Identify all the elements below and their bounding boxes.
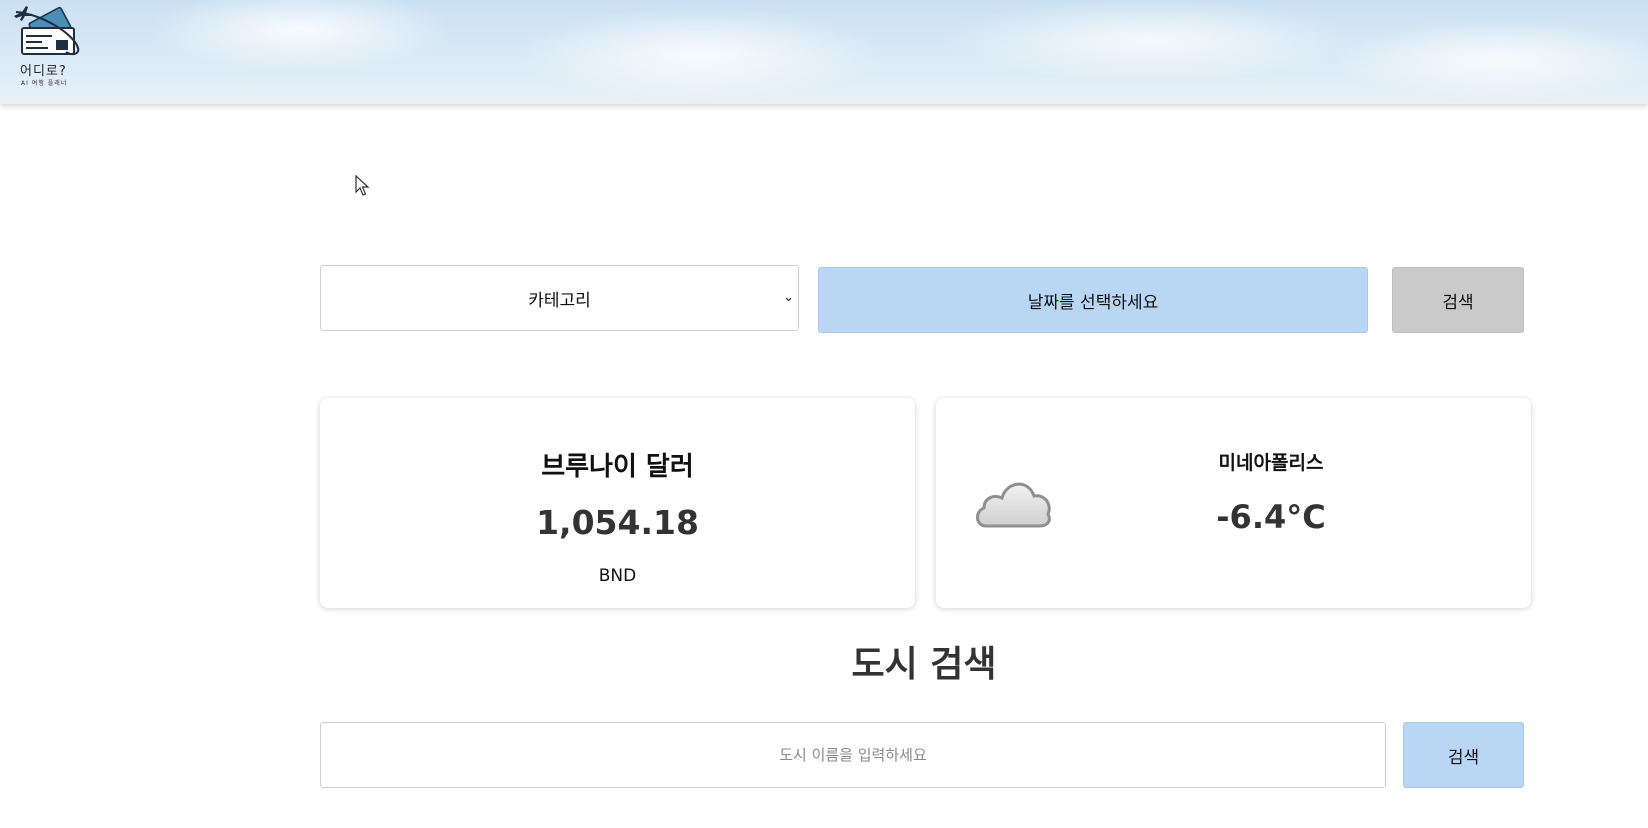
city-search-title: 도시 검색	[851, 644, 997, 685]
weather-temperature: -6.4°C	[1216, 498, 1326, 536]
category-select-value: 카테고리	[528, 290, 591, 311]
header-banner: 어디로? AI 여행 플래너	[0, 0, 1648, 104]
currency-code: BND	[598, 566, 637, 586]
city-search-input[interactable]	[320, 722, 1386, 788]
mouse-cursor-icon	[355, 175, 370, 196]
city-search-button-label: 검색	[1447, 747, 1480, 768]
weather-card: 미네아폴리스 -6.4°C	[936, 398, 1531, 608]
logo-subtitle: AI 여행 플래너	[21, 80, 68, 87]
logo-title: 어디로?	[20, 64, 67, 79]
currency-name: 브루나이 달러	[541, 452, 694, 482]
date-picker-button[interactable]: 날짜를 선택하세요	[818, 267, 1368, 333]
filter-search-label: 검색	[1442, 292, 1474, 313]
logo[interactable]: 어디로? AI 여행 플래너	[12, 4, 88, 88]
currency-card: 브루나이 달러 1,054.18 BND	[320, 398, 915, 608]
cloud-icon	[976, 482, 1051, 528]
currency-value: 1,054.18	[536, 503, 699, 542]
date-picker-label: 날짜를 선택하세요	[1027, 292, 1159, 313]
city-search-button[interactable]: 검색	[1403, 722, 1524, 788]
weather-city-name: 미네아폴리스	[1218, 452, 1324, 474]
logo-ticket-plane-icon	[14, 6, 80, 56]
chevron-down-icon: ⌄	[783, 290, 794, 305]
category-select[interactable]: 카테고리 ⌄	[320, 265, 799, 331]
filter-search-button[interactable]: 검색	[1392, 267, 1524, 333]
